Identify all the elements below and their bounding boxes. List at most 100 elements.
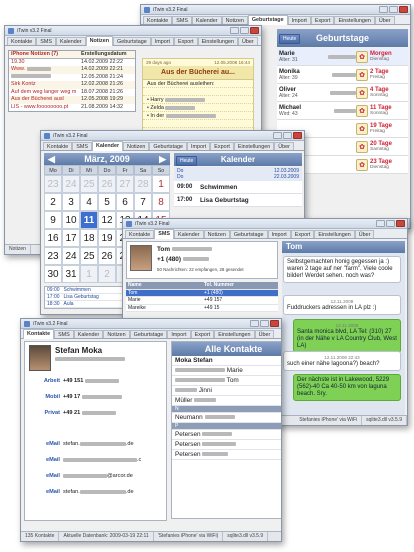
list-item[interactable]: Tom (172, 376, 281, 386)
table-row[interactable]: Mareike +49 15 (126, 304, 278, 312)
tab-export[interactable]: Export (173, 37, 198, 45)
tab-kontakte[interactable]: Kontakte (143, 16, 173, 24)
day-event[interactable]: 17:00 Lisa Geburtstag (174, 194, 302, 207)
tab-export[interactable]: Export (210, 142, 234, 150)
tab-import[interactable]: Import (287, 16, 311, 24)
tab-einstellungen[interactable]: Einstellungen (233, 142, 275, 150)
tab-geburtstage[interactable]: Geburtstage (113, 37, 151, 45)
table-row[interactable]: Aus der Bücherei ausl 12.05.2008 19:29 (9, 96, 135, 104)
tab-import[interactable]: Import (187, 142, 211, 150)
tab-import[interactable]: Import (167, 330, 191, 338)
note-line[interactable] (143, 88, 253, 96)
calendar-day[interactable]: 28 (134, 175, 152, 193)
calendar-day[interactable]: 24 (62, 247, 80, 265)
tab-kalender[interactable]: Kalender (73, 330, 104, 338)
birthday-row[interactable]: Marie Alter: 31 ✿ Morgen Dienstag (277, 48, 408, 66)
maximize-button[interactable] (240, 27, 249, 34)
message-bubble-in[interactable]: 12.11.2008 22:43 such einer nähe lagoona?… (283, 351, 401, 371)
titlebar[interactable]: iTwin v3.2 Final (141, 5, 410, 15)
phone-field[interactable]: Mobil +49 17 (29, 394, 122, 400)
titlebar[interactable]: iTwin v3.2 Final (41, 131, 304, 141)
tab-sms[interactable]: SMS (154, 229, 174, 239)
tab-kontakte[interactable]: Kontakte (23, 329, 55, 339)
close-button[interactable] (399, 6, 408, 13)
note-line[interactable]: • Harry (143, 96, 253, 104)
tab-sms[interactable]: SMS (172, 16, 192, 24)
email-field[interactable]: eMail stefan. .de (29, 489, 134, 495)
list-item[interactable]: Jinni (172, 386, 281, 396)
maximize-button[interactable] (260, 320, 269, 327)
calendar-day[interactable]: 17 (62, 229, 80, 247)
tab-sms[interactable]: SMS (54, 330, 74, 338)
message-bubble-out[interactable]: Der nächste ist in Lakewood, 5229 (562)-… (293, 374, 401, 401)
calendar-day[interactable]: 26 (98, 175, 116, 193)
today-button[interactable]: Heute (279, 34, 301, 44)
tab-einstellungen[interactable]: Einstellungen (314, 230, 355, 238)
minimize-button[interactable] (230, 27, 239, 34)
list-item[interactable]: Marie (172, 366, 281, 376)
column-number[interactable]: Tel. Nummer (202, 282, 234, 289)
tab-export[interactable]: Export (310, 16, 335, 24)
message-bubble-in[interactable]: 12.11.2008 Fuddruckers adressen in LA plz… (283, 295, 401, 315)
tab-sms[interactable]: SMS (72, 142, 92, 150)
calendar-day[interactable]: 10 (62, 211, 80, 229)
calendar-day[interactable]: 9 (44, 211, 62, 229)
tab-kontakte[interactable]: Kontakte (125, 230, 155, 238)
prev-month-button[interactable]: ◀ (48, 153, 55, 165)
phone-field[interactable]: Privat +49 21 (29, 410, 116, 416)
tab-import[interactable]: Import (150, 37, 174, 45)
table-row[interactable]: Tom +1 (480) (126, 289, 278, 297)
maximize-button[interactable] (389, 6, 398, 13)
message-bubble-in[interactable]: Selbstgemachten honig gegessen ja :) war… (283, 256, 401, 283)
tab-notizen[interactable]: Notizen (103, 330, 130, 338)
close-button[interactable] (250, 27, 259, 34)
tab-kalender[interactable]: Kalender (173, 230, 204, 238)
phone-field[interactable]: Arbeit +49 151 (29, 378, 119, 384)
note-line[interactable] (143, 120, 253, 128)
tab-notizen[interactable]: Notizen (203, 230, 230, 238)
calendar-day[interactable]: 8 (152, 193, 170, 211)
tab-geburtstage[interactable]: Geburtstage (149, 142, 187, 150)
tab-einstellungen[interactable]: Einstellungen (214, 330, 255, 338)
tab-kontakte[interactable]: Kontakte (7, 37, 37, 45)
birthday-row[interactable]: Michael Wird: 43 ✿ 11 Tage Sonntag (277, 102, 408, 120)
calendar-day[interactable]: 25 (80, 175, 98, 193)
calendar-day[interactable]: 2 (98, 265, 116, 283)
titlebar[interactable]: iTwin v3.2 Final (123, 219, 407, 229)
tab-notizen[interactable]: Notizen (85, 36, 114, 46)
minimize-button[interactable] (379, 6, 388, 13)
tab-geburtstage[interactable]: Geburtstage (229, 230, 268, 238)
calendar-day[interactable]: 1 (152, 175, 170, 193)
list-item[interactable]: Petersen (172, 450, 281, 460)
email-field[interactable]: eMail @arcor.de (29, 473, 133, 479)
titlebar[interactable]: iTwin v3.2 Final (5, 26, 261, 36)
table-row[interactable]: LIS - www.foooooooo.pt 21.08.2009 14:32 (9, 104, 135, 112)
table-row[interactable]: Marie +49 157 (126, 297, 278, 305)
tab-notizen[interactable]: Notizen (123, 142, 150, 150)
calendar-day[interactable]: 7 (134, 193, 152, 211)
minimize-button[interactable] (250, 320, 259, 327)
email-field[interactable]: eMail .c (29, 457, 141, 463)
calendar-day[interactable]: 3 (62, 193, 80, 211)
maximize-button[interactable] (386, 220, 395, 227)
column-name[interactable]: Name (126, 282, 202, 289)
tab-einstellungen[interactable]: Einstellungen (334, 16, 375, 24)
calendar-day[interactable]: 16 (44, 229, 62, 247)
minimize-button[interactable] (376, 220, 385, 227)
calendar-day[interactable]: 5 (98, 193, 116, 211)
note-line[interactable]: • In der (143, 112, 253, 120)
birthday-row[interactable]: Oliver Alter: 24 ✿ 4 Tage Sonntag (277, 84, 408, 102)
calendar-day[interactable]: 4 (80, 193, 98, 211)
close-button[interactable] (293, 132, 302, 139)
calendar-day[interactable]: 23 (44, 175, 62, 193)
tab-einstellungen[interactable]: Einstellungen (197, 37, 238, 45)
calendar-day[interactable]: 6 (116, 193, 134, 211)
calendar-day[interactable]: 31 (62, 265, 80, 283)
minimize-button[interactable] (273, 132, 282, 139)
tab-ueber[interactable]: Über (354, 230, 375, 238)
tab-kontakte[interactable]: Kontakte (43, 142, 73, 150)
tab-ueber[interactable]: Über (254, 330, 275, 338)
tab-ueber[interactable]: Über (237, 37, 258, 45)
calendar-day[interactable]: 27 (116, 175, 134, 193)
titlebar[interactable]: iTwin v3.2 Final (21, 319, 281, 329)
